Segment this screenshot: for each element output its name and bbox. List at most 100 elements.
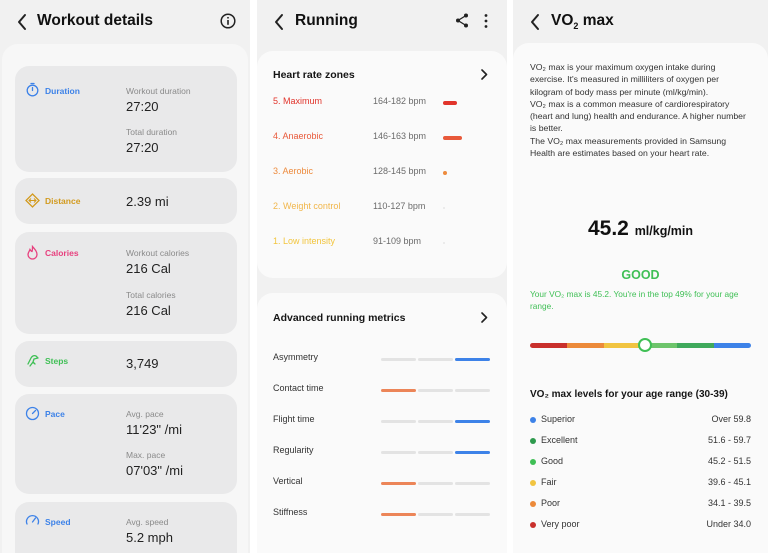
title-max: max: [578, 12, 614, 29]
share-icon[interactable]: [455, 13, 469, 28]
workout-duration-label: Workout duration: [126, 86, 191, 96]
level-row: Poor 34.1 - 39.5: [530, 498, 751, 510]
vo2-unit: ml/kg/min: [634, 224, 694, 238]
chevron-right-icon[interactable]: [480, 69, 488, 80]
steps-value: 3,749: [126, 356, 159, 371]
metric-level-segment: [418, 513, 453, 516]
scale-segment: [677, 343, 715, 348]
zone-bar: [443, 101, 457, 105]
zone-bar: [443, 136, 462, 140]
heart-rate-zones-card[interactable]: Heart rate zones 5. Maximum 164-182 bpm 4.…: [257, 51, 507, 278]
level-range: Over 59.8: [711, 414, 751, 424]
page-title: Running: [295, 12, 358, 29]
pace-card[interactable]: Pace Avg. pace 11'23" /mi Max. pace 07'0…: [15, 394, 237, 494]
distance-icon: [25, 193, 40, 208]
workout-metrics-list: Duration Workout duration 27:20 Total du…: [2, 44, 248, 553]
duration-card[interactable]: Duration Workout duration 27:20 Total du…: [15, 66, 237, 172]
speed-card[interactable]: Speed Avg. speed 5.2 mph: [15, 502, 237, 553]
avg-speed-label: Avg. speed: [126, 517, 169, 527]
level-row: Good 45.2 - 51.5: [530, 456, 751, 468]
zone-row: 4. Anaerobic 146-163 bpm: [273, 131, 491, 145]
scale-marker: [637, 338, 652, 352]
zone-bpm: 128-145 bpm: [373, 166, 427, 176]
description-paragraph: The VO₂ max measurements provided in Sam…: [530, 135, 727, 159]
description-paragraph: VO₂ max is your maximum oxygen intake du…: [530, 62, 719, 97]
max-pace-value: 07'03" /mi: [126, 463, 183, 478]
levels-title: VO₂ max levels for your age range (30-39…: [530, 389, 728, 400]
zone-row: 3. Aerobic 128-145 bpm: [273, 166, 491, 180]
avg-speed-value: 5.2 mph: [126, 530, 173, 545]
info-icon[interactable]: [220, 13, 236, 29]
metric-row: Stiffness: [273, 507, 491, 521]
workout-duration-value: 27:20: [126, 99, 159, 114]
level-name: Superior: [541, 414, 576, 424]
level-name: Very poor: [541, 519, 580, 529]
metric-level-segment: [455, 420, 490, 423]
header: Workout details: [0, 0, 250, 44]
level-range: 45.2 - 51.5: [707, 456, 751, 466]
level-name: Excellent: [541, 435, 578, 445]
back-arrow-icon[interactable]: [529, 13, 541, 31]
level-range: 34.1 - 39.5: [707, 498, 751, 508]
metric-level-segment: [381, 420, 416, 423]
max-pace-label: Max. pace: [126, 450, 166, 460]
advanced-running-metrics-card[interactable]: Advanced running metrics Asymmetry Contac…: [257, 293, 507, 553]
zone-bpm: 110-127 bpm: [373, 201, 426, 211]
zone-name: 5. Maximum: [273, 96, 323, 106]
metric-level-segment: [418, 420, 453, 423]
metric-level-segment: [455, 358, 490, 361]
level-name: Good: [541, 456, 564, 466]
vo2-value: 45.2: [587, 217, 629, 240]
zone-name: 2. Weight control: [273, 201, 341, 211]
avg-pace-value: 11'23" /mi: [126, 422, 182, 437]
level-row: Fair 39.6 - 45.1: [530, 477, 751, 489]
vo2-rating: GOOD: [621, 268, 660, 282]
zone-row: 1. Low intensity 91-109 bpm: [273, 236, 491, 250]
calories-card[interactable]: Calories Workout calories 216 Cal Total …: [15, 232, 237, 334]
pace-label: Pace: [45, 409, 65, 419]
metric-level-segment: [455, 389, 490, 392]
back-arrow-icon[interactable]: [273, 13, 285, 31]
total-calories-value: 216 Cal: [126, 303, 171, 318]
chevron-right-icon[interactable]: [480, 312, 488, 323]
distance-card[interactable]: Distance 2.39 mi: [15, 178, 237, 224]
metric-level-segment: [418, 389, 453, 392]
metric-level-segment: [381, 389, 416, 392]
metric-level-segment: [381, 451, 416, 454]
metric-level-segment: [381, 482, 416, 485]
metric-name: Regularity: [273, 445, 314, 455]
metric-level-segment: [381, 358, 416, 361]
vo2-content: VO₂ max is your maximum oxygen intake du…: [513, 43, 768, 553]
scale-segment: [566, 343, 605, 348]
duration-label: Duration: [45, 86, 80, 96]
metric-name: Flight time: [273, 414, 315, 424]
zone-bar: [443, 207, 445, 209]
header: Running: [257, 0, 507, 44]
vo2-value-display: 45.2 ml/kg/min: [513, 217, 768, 241]
level-range: 51.6 - 59.7: [707, 435, 751, 445]
total-duration-label: Total duration: [126, 127, 178, 137]
steps-label: Steps: [45, 356, 69, 366]
scale-segment: [530, 343, 568, 348]
level-color-dot: [530, 501, 536, 507]
back-arrow-icon[interactable]: [16, 13, 28, 31]
title-vo: VO: [551, 12, 574, 29]
zone-name: 4. Anaerobic: [273, 131, 324, 141]
metric-level-segment: [455, 513, 490, 516]
more-options-icon[interactable]: [483, 13, 489, 29]
scale-segment: [603, 343, 641, 348]
steps-icon: [27, 354, 39, 367]
zone-bar: [443, 242, 445, 244]
page-title: VO2 max: [551, 12, 614, 31]
heart-rate-zones-title: Heart rate zones: [273, 69, 355, 81]
metric-row: Flight time: [273, 414, 491, 428]
advanced-metrics-title: Advanced running metrics: [273, 312, 406, 324]
metric-level-segment: [418, 451, 453, 454]
metric-level-segment: [455, 482, 490, 485]
steps-card[interactable]: Steps 3,749: [15, 341, 237, 387]
level-row: Superior Over 59.8: [530, 414, 751, 426]
metric-level-segment: [455, 451, 490, 454]
pace-icon: [25, 406, 40, 421]
zone-bpm: 164-182 bpm: [373, 96, 427, 106]
metric-level-segment: [418, 482, 453, 485]
